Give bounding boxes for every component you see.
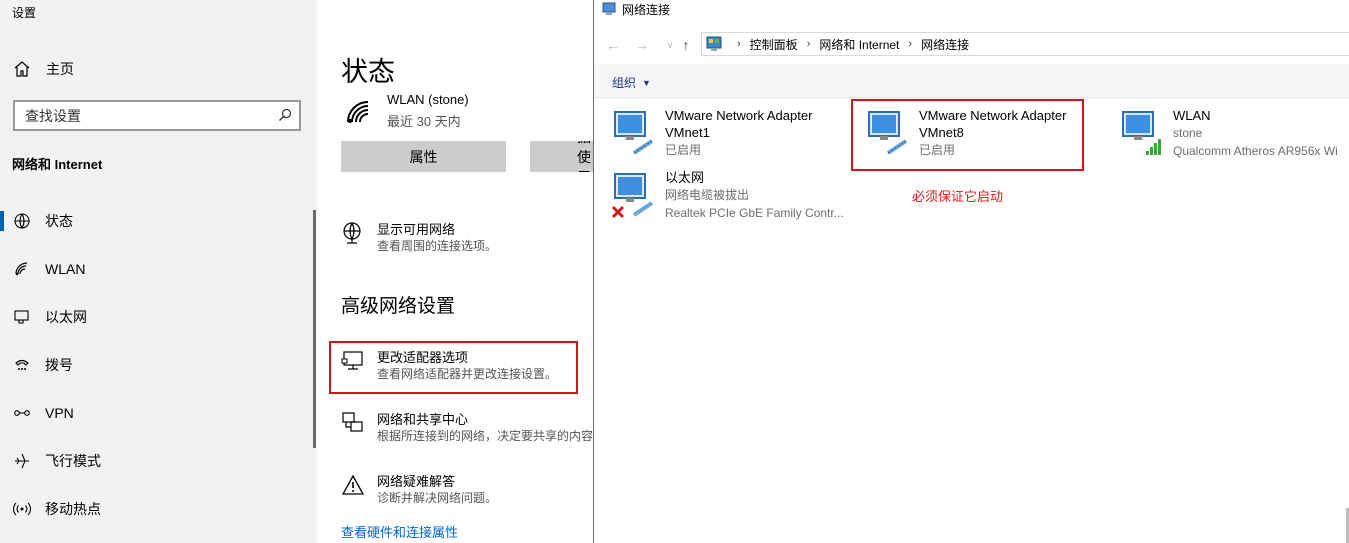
breadcrumb-item[interactable]: 控制面板 — [750, 36, 798, 53]
breadcrumb-separator: › — [806, 38, 811, 50]
ethernet-adapter-disconnected-icon — [612, 173, 654, 219]
organize-label: 组织 — [612, 76, 637, 90]
sharing-center-icon — [342, 412, 363, 432]
sidebar-scrollbar[interactable] — [313, 210, 316, 448]
sidebar-item-ethernet[interactable]: 以太网 — [0, 297, 317, 337]
wifi-adapter-icon — [1122, 111, 1161, 155]
breadcrumb-separator: › — [737, 38, 741, 50]
show-networks-title: 显示可用网络 — [377, 222, 456, 237]
sidebar-item-dialup[interactable]: 拨号 — [0, 345, 317, 385]
sidebar-item-status[interactable]: 状态 — [0, 201, 317, 241]
sidebar-item-hotspot[interactable]: 移动热点 — [0, 489, 317, 529]
adapter-device: Qualcomm Atheros AR956x Wi — [1173, 144, 1338, 158]
adapter-wlan[interactable]: WLAN stone Qualcomm Atheros AR956x Wi — [1120, 107, 1349, 163]
adapter-name: VMware Network Adapter — [665, 108, 813, 123]
netconn-window-title: 网络连接 — [622, 2, 671, 17]
command-toolbar: 组织 ▼ — [594, 64, 1349, 98]
home-label: 主页 — [46, 61, 74, 77]
status-icon — [12, 211, 32, 231]
adapter-name-line2: VMnet1 — [665, 125, 710, 140]
troubleshoot-title: 网络疑难解答 — [377, 474, 456, 489]
forward-button[interactable]: → — [633, 36, 651, 54]
sharing-center-sub: 根据所连接到的网络，决定要共享的内容。 — [377, 429, 606, 443]
search-input[interactable]: 查找设置 — [13, 100, 301, 131]
address-bar[interactable]: › 控制面板 › 网络和 Internet › 网络连接 — [701, 32, 1349, 56]
network-connections-window: 网络连接 ← → ∨ ↑ › 控制面板 › 网络和 Internet › 网络连… — [593, 0, 1349, 543]
sidebar-item-label: VPN — [45, 405, 74, 421]
adapter-status: stone — [1173, 126, 1203, 140]
hotspot-icon — [12, 499, 32, 519]
sidebar-item-label: 移动热点 — [45, 501, 101, 517]
sharing-center-link[interactable]: 网络和共享中心 根据所连接到的网络，决定要共享的内容。 — [341, 409, 605, 449]
wifi-signal-icon — [347, 101, 369, 123]
adapter-vmnet1[interactable]: VMware Network Adapter VMnet1 已启用 — [612, 107, 842, 163]
ethernet-icon — [12, 307, 32, 327]
adapter-device: Realtek PCIe GbE Family Contr... — [665, 206, 844, 220]
adapter-status: 已启用 — [665, 143, 702, 157]
sidebar-item-label: 以太网 — [45, 309, 87, 325]
network-folder-icon — [602, 2, 616, 15]
control-panel-icon — [706, 36, 722, 51]
search-placeholder: 查找设置 — [25, 107, 81, 124]
dialup-icon — [12, 355, 32, 375]
sidebar-item-label: 拨号 — [45, 357, 73, 373]
adapter-name: WLAN — [1173, 108, 1211, 123]
breadcrumb-item[interactable]: 网络和 Internet — [819, 36, 899, 53]
wifi-icon — [12, 259, 32, 279]
adapter-name: 以太网 — [665, 170, 705, 185]
settings-sidebar: 设置 主页 查找设置 网络和 Internet 状态 WLAN 以太网 拨号 V… — [0, 0, 317, 543]
properties-button[interactable]: 属性 — [341, 141, 506, 172]
sharing-center-title: 网络和共享中心 — [377, 412, 469, 427]
adapter-status: 网络电缆被拔出 — [665, 188, 750, 202]
highlight-box-adapter-options — [329, 341, 578, 394]
home-icon — [14, 61, 30, 77]
adapter-ethernet[interactable]: 以太网 网络电缆被拔出 Realtek PCIe GbE Family Cont… — [612, 169, 872, 225]
vpn-icon — [12, 403, 32, 423]
search-icon[interactable] — [278, 108, 292, 122]
show-networks-link[interactable]: 显示可用网络 查看周围的连接选项。 — [341, 219, 601, 259]
show-networks-sub: 查看周围的连接选项。 — [377, 239, 498, 253]
airplane-icon — [12, 451, 32, 471]
group-heading: 网络和 Internet — [12, 157, 103, 172]
up-button[interactable]: ↑ — [677, 36, 695, 54]
network-adapter-icon — [614, 111, 654, 155]
sidebar-item-wlan[interactable]: WLAN — [0, 249, 317, 289]
sidebar-item-label: 飞行模式 — [45, 453, 101, 469]
settings-window: 设置 主页 查找设置 网络和 Internet 状态 WLAN 以太网 拨号 V… — [0, 0, 605, 543]
warning-icon — [341, 474, 365, 495]
breadcrumb-separator: › — [908, 38, 913, 50]
troubleshoot-sub: 诊断并解决网络问题。 — [377, 491, 498, 505]
globe-network-icon — [343, 222, 361, 244]
back-button[interactable]: ← — [604, 36, 622, 54]
settings-window-title: 设置 — [12, 6, 37, 20]
wlan-network-sub: 最近 30 天内 — [387, 114, 461, 129]
organize-menu-button[interactable]: 组织 ▼ — [612, 74, 651, 91]
page-title: 状态 — [341, 57, 395, 87]
annotation-note: 必须保证它启动 — [912, 189, 1004, 204]
data-usage-button[interactable]: 数据使用量 — [530, 141, 600, 172]
settings-content: 状态 WLAN (stone) 最近 30 天内 属性 数据使用量 显示可用网络… — [317, 0, 605, 543]
sidebar-item-airplane[interactable]: 飞行模式 — [0, 441, 317, 481]
breadcrumb-item[interactable]: 网络连接 — [921, 36, 969, 53]
highlight-box-vmnet8 — [851, 99, 1084, 171]
advanced-heading: 高级网络设置 — [341, 296, 456, 317]
troubleshoot-link[interactable]: 网络疑难解答 诊断并解决网络问题。 — [341, 471, 601, 511]
hardware-properties-link[interactable]: 查看硬件和连接属性 — [341, 522, 458, 541]
sidebar-item-label: WLAN — [45, 261, 86, 277]
wlan-network-name: WLAN (stone) — [387, 92, 469, 107]
chevron-down-icon: ▼ — [642, 77, 651, 88]
netconn-titlebar: 网络连接 — [602, 0, 670, 18]
home-nav-item[interactable]: 主页 — [12, 58, 74, 80]
sidebar-item-vpn[interactable]: VPN — [0, 393, 317, 433]
sidebar-item-label: 状态 — [45, 213, 73, 229]
